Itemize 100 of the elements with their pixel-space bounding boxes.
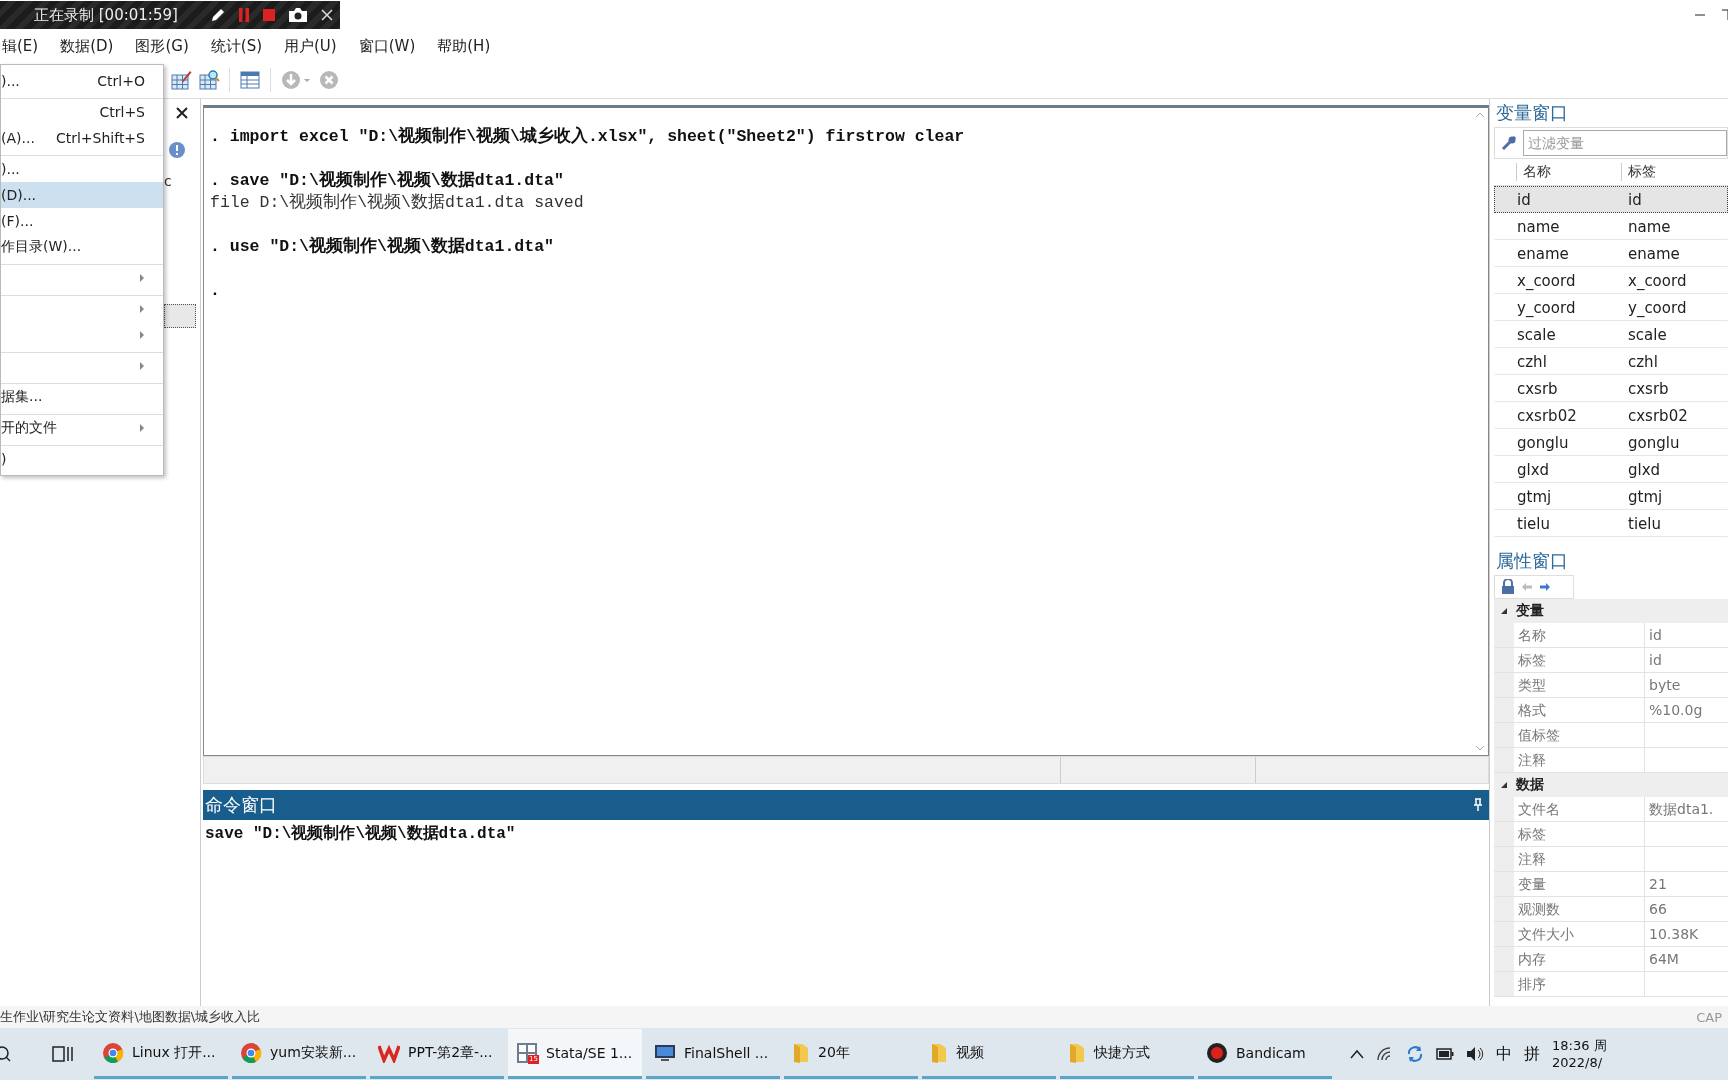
battery-icon[interactable] xyxy=(1436,1048,1454,1060)
taskbar-button[interactable]: 20年 xyxy=(784,1029,918,1079)
close-icon[interactable] xyxy=(319,8,334,22)
menu-item[interactable]: Ctrl+S xyxy=(1,98,163,125)
property-row[interactable]: 名称 id xyxy=(1494,623,1728,648)
variable-row[interactable]: cxsrb02 cxsrb02 xyxy=(1494,402,1728,429)
selected-row[interactable] xyxy=(164,304,196,328)
sync-icon[interactable] xyxy=(1406,1045,1424,1063)
property-row[interactable]: 注释 xyxy=(1494,847,1728,872)
menu-item[interactable]: (A)... Ctrl+Shift+S xyxy=(1,125,163,151)
property-row[interactable]: 排序 xyxy=(1494,972,1728,997)
folder-icon xyxy=(1068,1041,1086,1064)
property-value: 数据dta1. xyxy=(1644,797,1728,821)
output-line: file D:\视频制作\视频\数据dta1.dta saved xyxy=(210,192,585,214)
wrench-icon[interactable] xyxy=(1501,135,1517,151)
property-name: 注释 xyxy=(1517,850,1547,869)
property-row[interactable]: 文件大小 10.38K xyxy=(1494,922,1728,947)
menu-item[interactable]: 辑(E) xyxy=(2,36,39,56)
input-mode[interactable]: 中 xyxy=(1496,1043,1512,1065)
variable-row[interactable]: y_coord y_coord xyxy=(1494,294,1728,321)
property-row[interactable]: 标签 id xyxy=(1494,648,1728,673)
caps-indicator: CAP xyxy=(1696,1009,1722,1025)
menu-item[interactable]: 用户(U) xyxy=(284,36,337,56)
pencil-icon[interactable] xyxy=(209,7,226,23)
property-row[interactable]: 格式 %10.0g xyxy=(1494,698,1728,723)
task-view-icon[interactable] xyxy=(52,1044,74,1064)
column-header[interactable]: 标签 xyxy=(1621,163,1728,181)
variable-row[interactable]: id id xyxy=(1494,186,1728,213)
column-header[interactable]: 名称 xyxy=(1516,163,1621,181)
property-name: 观测数 xyxy=(1517,900,1561,919)
taskbar-button[interactable]: FinalShell ... xyxy=(646,1029,780,1079)
close-icon[interactable] xyxy=(176,107,188,119)
property-row[interactable]: 文件名 数据dta1. xyxy=(1494,797,1728,822)
taskbar-button[interactable]: 快捷方式 xyxy=(1060,1029,1194,1079)
property-row[interactable]: 值标签 xyxy=(1494,723,1728,748)
pause-icon[interactable] xyxy=(237,7,250,23)
panel-title: 变量窗口 xyxy=(1495,101,1569,125)
stop-icon[interactable] xyxy=(261,8,276,22)
volume-icon[interactable] xyxy=(1466,1046,1484,1062)
variable-row[interactable]: scale scale xyxy=(1494,321,1728,348)
taskbar-button[interactable]: 视频 xyxy=(922,1029,1056,1079)
property-row[interactable]: 变量 21 xyxy=(1494,872,1728,897)
camera-icon[interactable] xyxy=(287,7,308,23)
expanded-icon[interactable] xyxy=(1500,781,1508,789)
variable-row[interactable]: czhl czhl xyxy=(1494,348,1728,375)
chrome-icon xyxy=(102,1041,124,1064)
property-name: 类型 xyxy=(1517,676,1547,695)
property-value: 10.38K xyxy=(1644,922,1728,946)
variable-row[interactable]: x_coord x_coord xyxy=(1494,267,1728,294)
property-row[interactable]: 内存 64M xyxy=(1494,947,1728,972)
menu-item[interactable]: 开的文件 xyxy=(1,414,163,441)
menu-item[interactable]: (D)... xyxy=(1,182,163,208)
chrome-icon xyxy=(240,1041,262,1064)
property-row[interactable]: 观测数 66 xyxy=(1494,897,1728,922)
menu-item[interactable]: 作目录(W)... xyxy=(1,234,163,260)
variable-row[interactable]: ename ename xyxy=(1494,240,1728,267)
taskbar-button[interactable]: Linux 打开... xyxy=(94,1029,228,1079)
chevron-up-icon[interactable] xyxy=(1350,1049,1364,1059)
clock[interactable]: 18:36 周 2022/8/ xyxy=(1552,1037,1607,1071)
browse-grid-icon[interactable] xyxy=(198,69,220,91)
menu-item[interactable]: 数据(D) xyxy=(60,36,114,56)
input-method[interactable]: 拼 xyxy=(1524,1043,1540,1065)
filter-field[interactable]: 过滤变量 xyxy=(1523,130,1727,156)
menu-item[interactable]: 窗口(W) xyxy=(358,36,416,56)
scroll-up-icon[interactable] xyxy=(1475,112,1485,118)
forward-arrow-icon[interactable] xyxy=(1539,582,1551,592)
monitor-icon xyxy=(654,1042,676,1063)
property-row[interactable]: 类型 byte xyxy=(1494,673,1728,698)
lock-icon[interactable] xyxy=(1501,579,1515,595)
property-name: 标签 xyxy=(1517,651,1547,670)
info-icon[interactable] xyxy=(168,141,186,159)
variable-row[interactable]: cxsrb cxsrb xyxy=(1494,375,1728,402)
edit-grid-icon[interactable] xyxy=(170,69,192,91)
property-name: 值标签 xyxy=(1517,726,1561,745)
property-name: 排序 xyxy=(1517,975,1547,994)
taskbar-button[interactable]: yum安装新... xyxy=(232,1029,366,1079)
expanded-icon[interactable] xyxy=(1500,607,1508,615)
status-path: 生作业\研究生论文资料\地图数据\城乡收入比 xyxy=(0,1008,261,1026)
menu-item[interactable]: 帮助(H) xyxy=(437,36,491,56)
menu-item[interactable]: ) xyxy=(1,445,163,472)
property-name: 变量 xyxy=(1517,875,1547,894)
menu-item[interactable]: (F)... xyxy=(1,208,163,234)
scroll-down-icon[interactable] xyxy=(1475,745,1485,751)
menu-item[interactable]: 据集... xyxy=(1,383,163,410)
variable-row[interactable]: gtmj gtmj xyxy=(1494,483,1728,510)
variable-row[interactable]: glxd glxd xyxy=(1494,456,1728,483)
taskbar-button[interactable]: Bandicam xyxy=(1198,1029,1332,1079)
variable-row[interactable]: tielu tielu xyxy=(1494,510,1728,537)
property-name: 文件大小 xyxy=(1517,925,1575,944)
table-icon[interactable] xyxy=(239,69,261,91)
variable-row[interactable]: name name xyxy=(1494,213,1728,240)
menu-item[interactable]: 统计(S) xyxy=(210,36,262,56)
variable-row[interactable]: gonglu gonglu xyxy=(1494,429,1728,456)
menu-item[interactable]: )... Ctrl+O xyxy=(1,68,163,94)
taskbar-button[interactable]: PPT-第2章-... xyxy=(370,1029,504,1079)
prompt-line: . xyxy=(210,280,221,302)
pin-icon[interactable] xyxy=(1473,798,1483,812)
property-row[interactable]: 标签 xyxy=(1494,822,1728,847)
panel-title: 属性窗口 xyxy=(1495,549,1569,573)
menu-item[interactable]: 图形(G) xyxy=(135,36,189,56)
